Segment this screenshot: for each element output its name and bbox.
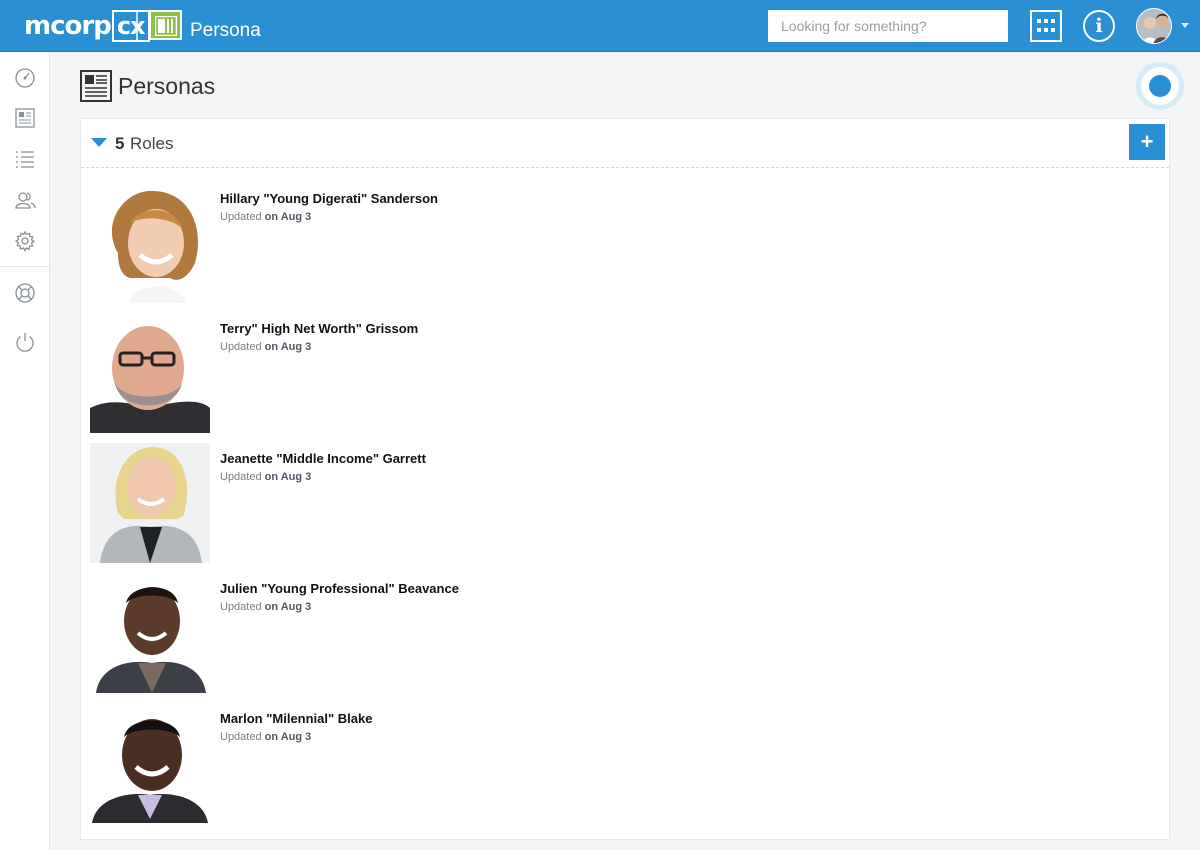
persona-name[interactable]: Julien "Young Professional" Beavance [220,581,459,596]
persona-photo[interactable] [90,443,210,563]
page-title: Personas [118,73,216,99]
sidebar-item-settings[interactable] [13,229,37,253]
sidebar-item-dashboard[interactable] [13,66,37,90]
sidebar-divider [0,266,49,267]
persona-updated: Updated on Aug 3 [220,211,312,223]
roles-label: Roles [130,134,174,153]
top-bar: mcorpcx Persona i [0,0,1200,52]
persona-name[interactable]: Hillary "Young Digerati" Sanderson [220,191,438,206]
persona-item[interactable]: Terry" High Net Worth" Grissom Updated o… [90,313,1160,433]
logo-box: cx [111,10,150,42]
header-divider [136,10,138,40]
persona-item[interactable]: Hillary "Young Digerati" Sanderson Updat… [90,183,1160,303]
personas-page-icon [80,70,112,107]
help-icon [15,283,35,303]
roles-count: 5 [115,134,125,153]
dashboard-icon [15,68,35,88]
add-persona-button[interactable]: + [1129,124,1165,160]
sidebar-item-list[interactable] [13,147,37,171]
sidebar-item-personas[interactable] [13,106,37,130]
persona-photo[interactable] [90,573,210,693]
persona-updated: Updated on Aug 3 [220,341,312,353]
loading-spinner [1136,62,1184,110]
persona-photo[interactable] [90,313,210,433]
sidebar-item-help[interactable] [13,281,37,305]
apps-grid-button[interactable] [1030,10,1062,42]
persona-photo[interactable] [90,703,210,823]
sidebar-item-logout[interactable] [13,330,37,354]
persona-item[interactable]: Jeanette "Middle Income" Garrett Updated… [90,443,1160,563]
user-avatar[interactable] [1136,8,1172,44]
persona-item[interactable]: Marlon "Milennial" Blake Updated on Aug … [90,703,1160,823]
persona-app-icon[interactable] [149,10,182,40]
list-icon [16,151,34,168]
app-title: Persona [190,20,261,41]
grid-icon [1037,19,1055,32]
persona-item[interactable]: Julien "Young Professional" Beavance Upd… [90,573,1160,693]
plus-icon: + [1140,129,1154,154]
logo-text: mcorp [24,11,112,41]
user-menu-caret[interactable] [1181,23,1189,28]
persona-photo[interactable] [90,183,210,303]
search-input[interactable] [768,10,1008,42]
persona-updated: Updated on Aug 3 [220,601,312,613]
gear-icon [14,230,36,252]
persona-updated: Updated on Aug 3 [220,731,312,743]
roles-card: 5 Roles + Hillary "Young Digerati" Sande… [80,118,1170,840]
sidebar [0,52,50,850]
persona-updated: Updated on Aug 3 [220,471,312,483]
info-button[interactable]: i [1083,10,1115,42]
power-icon [16,333,34,352]
persona-name[interactable]: Marlon "Milennial" Blake [220,711,372,726]
roles-header: 5 Roles + [81,119,1169,168]
persona-name[interactable]: Terry" High Net Worth" Grissom [220,321,418,336]
collapse-toggle-icon[interactable] [91,138,107,147]
users-icon [15,192,36,209]
sidebar-item-users[interactable] [13,188,37,212]
document-icon [15,108,35,128]
persona-name[interactable]: Jeanette "Middle Income" Garrett [220,451,426,466]
logo[interactable]: mcorp cx [24,9,150,43]
info-icon: i [1095,15,1103,37]
